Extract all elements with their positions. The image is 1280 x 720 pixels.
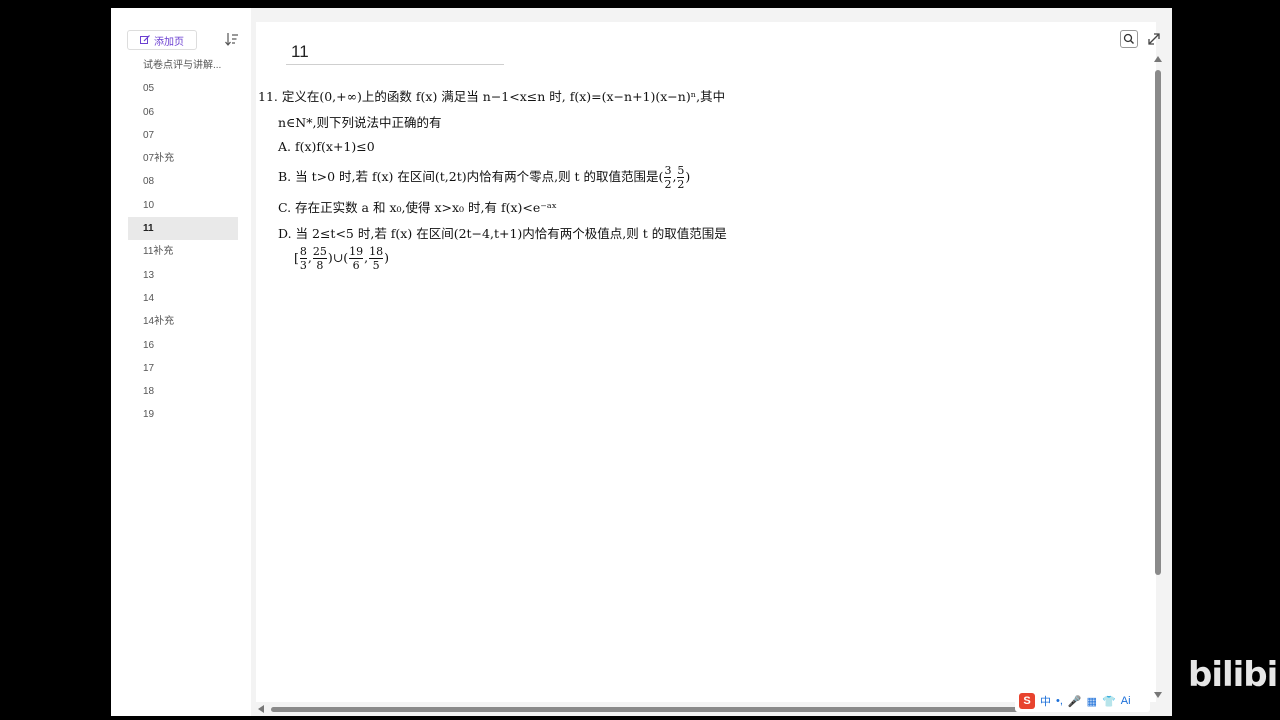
scroll-down-arrow[interactable]	[1154, 692, 1162, 698]
keyboard-icon[interactable]: ▦	[1087, 695, 1097, 708]
fraction-numerator: 5	[677, 164, 685, 177]
main-canvas: 11 11. 定义在(0,+∞)上的函数 f(x) 满足当 n−1<x≤n 时,…	[256, 22, 1160, 702]
fraction-denominator: 3	[299, 259, 307, 272]
sogou-logo-icon: S	[1019, 693, 1035, 709]
add-page-label: 添加页	[154, 36, 184, 48]
sidebar-page-item[interactable]: 18	[128, 380, 238, 403]
page-sidebar: 添加页 试卷点评与讲解... 05 06 07 07补充 08 10 11 11补充 13 14 14…	[111, 8, 251, 716]
sidebar-page-item[interactable]: 试卷点评与讲解...	[128, 54, 238, 77]
fraction-numerator: 3	[664, 164, 672, 177]
fraction-numerator: 25	[312, 245, 327, 258]
ime-toolbar[interactable]: S 中 •, 🎤 ▦ 👕 Ai	[1015, 690, 1150, 712]
option-d-interval: [8 3, 25 8)∪(19 6, 18 5)	[294, 245, 389, 272]
scroll-left-arrow[interactable]	[258, 705, 264, 713]
skin-icon[interactable]: 👕	[1102, 695, 1116, 708]
fraction: 32	[664, 164, 672, 191]
sidebar-page-item[interactable]: 05	[128, 77, 238, 100]
sidebar-page-item[interactable]: 14补充	[128, 310, 238, 333]
ai-label[interactable]: Ai	[1121, 695, 1131, 707]
page-title: 11	[291, 42, 309, 61]
fraction-denominator: 2	[664, 178, 672, 191]
fraction-denominator: 5	[372, 259, 380, 272]
fraction-numerator: 19	[349, 245, 364, 258]
sidebar-page-item[interactable]: 11	[128, 217, 238, 241]
sidebar-page-item[interactable]: 08	[128, 170, 238, 193]
app-window: 添加页 试卷点评与讲解... 05 06 07 07补充 08 10 11 11补充 13 14 14…	[111, 8, 1172, 716]
fraction: 83	[299, 245, 307, 272]
search-button[interactable]	[1120, 30, 1138, 48]
fraction-denominator: 2	[677, 178, 685, 191]
sidebar-page-item[interactable]: 17	[128, 357, 238, 380]
punctuation-icon[interactable]: •,	[1056, 695, 1063, 707]
fraction-denominator: 8	[316, 259, 324, 272]
question-stem-line2: n∈N*,则下列说法中正确的有	[278, 115, 442, 130]
vertical-scrollbar[interactable]	[1155, 70, 1161, 575]
fraction-denominator: 6	[352, 259, 360, 272]
sidebar-page-item[interactable]: 07	[128, 124, 238, 147]
add-page-button[interactable]: 添加页	[127, 30, 197, 50]
option-a: A. f(x)f(x+1)≤0	[278, 139, 375, 154]
sidebar-page-item[interactable]: 07补充	[128, 147, 238, 170]
ime-mode-label[interactable]: 中	[1040, 693, 1051, 709]
title-underline	[286, 64, 504, 65]
option-c: C. 存在正实数 a 和 x₀,使得 x>x₀ 时,有 f(x)<e⁻ᵃˣ	[278, 200, 557, 215]
horizontal-scrollbar[interactable]	[271, 707, 1136, 712]
microphone-icon[interactable]: 🎤	[1068, 695, 1082, 708]
fraction: 25 8	[312, 245, 327, 272]
fraction: 52	[677, 164, 685, 191]
option-b-text: B. 当 t>0 时,若 f(x) 在区间(t,2t)内恰有两个零点,则 t 的…	[278, 169, 664, 184]
sidebar-page-item[interactable]: 14	[128, 287, 238, 310]
sidebar-page-item[interactable]: 06	[128, 101, 238, 124]
option-d: D. 当 2≤t<5 时,若 f(x) 在区间(2t−4,t+1)内恰有两个极值…	[278, 226, 727, 241]
sidebar-page-item[interactable]: 10	[128, 194, 238, 217]
sidebar-page-item[interactable]: 19	[128, 403, 238, 426]
fraction: 18 5	[369, 245, 384, 272]
question-stem-line1: 11. 定义在(0,+∞)上的函数 f(x) 满足当 n−1<x≤n 时, f(…	[258, 89, 726, 104]
fraction: 19 6	[349, 245, 364, 272]
expand-icon[interactable]	[1145, 30, 1163, 48]
edit-icon	[140, 35, 150, 44]
sidebar-page-item[interactable]: 16	[128, 334, 238, 357]
fraction-numerator: 18	[369, 245, 384, 258]
search-icon	[1123, 33, 1134, 44]
fraction-numerator: 8	[299, 245, 307, 258]
option-b: B. 当 t>0 时,若 f(x) 在区间(t,2t)内恰有两个零点,则 t 的…	[278, 164, 691, 191]
page-list: 试卷点评与讲解... 05 06 07 07补充 08 10 11 11补充 13 14 14补充 16…	[128, 54, 238, 427]
scroll-up-arrow[interactable]	[1154, 56, 1162, 62]
sort-icon[interactable]	[224, 31, 240, 47]
bilibili-watermark: bilibili	[1188, 655, 1280, 695]
sidebar-page-item[interactable]: 13	[128, 264, 238, 287]
sidebar-page-item[interactable]: 11补充	[128, 240, 238, 263]
